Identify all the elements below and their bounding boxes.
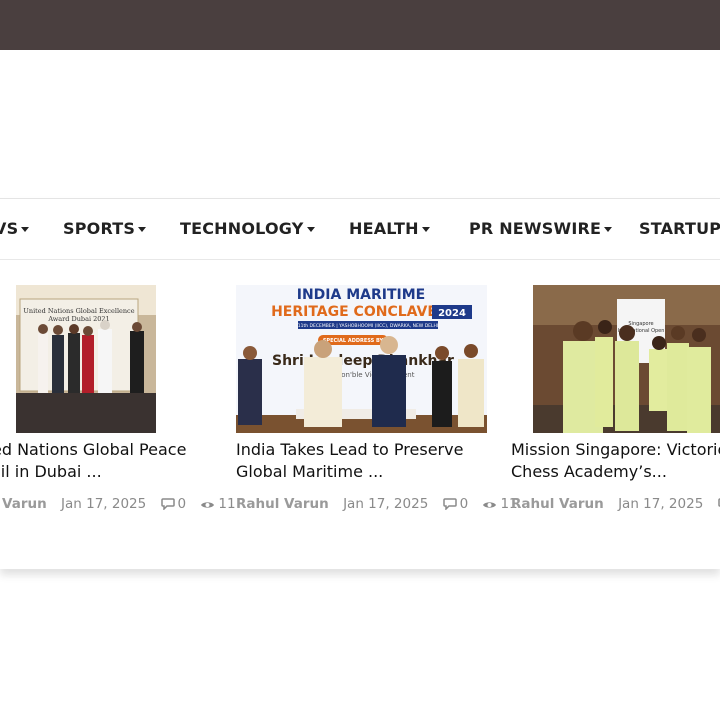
comment-count-value: 0: [459, 496, 469, 512]
top-bar: [0, 0, 720, 50]
eye-icon: [201, 502, 215, 508]
article-image-un-award[interactable]: United Nations Global Excellence Award D…: [16, 285, 156, 433]
image-caption-text: Award Dubai 2021: [47, 315, 109, 323]
article-image-maritime[interactable]: INDIA MARITIME HERITAGE CONCLAVE 2024 11…: [236, 285, 487, 433]
title-line: Mission Singapore: Victoric: [511, 440, 720, 459]
title-line: India Takes Lead to Preserve: [236, 440, 464, 459]
view-count-value: 11: [218, 496, 236, 512]
nav-item-label: TECHNOLOGY: [180, 219, 304, 238]
nav-item-label: PR NEWSWIRE: [469, 219, 602, 238]
author-name[interactable]: Rahul Varun: [236, 496, 329, 512]
comment-icon: [442, 498, 457, 510]
nav-item-sports[interactable]: SPORTS: [63, 219, 147, 241]
chevron-down-icon: [421, 227, 430, 232]
banner-badge: SPECIAL ADDRESS BY: [323, 338, 384, 344]
nav-item-startup[interactable]: STARTUP: [639, 219, 720, 241]
nav-item-pr-newswire[interactable]: PR NEWSWIRE: [469, 219, 613, 241]
comment-icon: [160, 498, 175, 510]
content-panel: VS SPORTS TECHNOLOGY HEALTH PR NEWSWIRE …: [0, 198, 720, 569]
view-count: 11: [200, 496, 236, 512]
post-date: Jan 17, 2025: [61, 496, 147, 512]
banner-title: HERITAGE CONCLAVE: [271, 304, 437, 320]
article-meta: Varun Jan 17, 2025 0 11: [2, 496, 246, 512]
nav-item-label: STARTUP: [639, 219, 720, 238]
banner-name: Shri Jagdeep Dhankhar: [272, 353, 454, 369]
article-meta: Rahul Varun Jan 17, 2025 0 11: [236, 496, 528, 512]
chevron-down-icon: [21, 227, 30, 232]
chevron-down-icon: [138, 227, 147, 232]
eye-icon: [483, 502, 497, 508]
article-title[interactable]: Mission Singapore: Victoric Chess Academ…: [511, 439, 720, 483]
nav-item-label: HEALTH: [349, 219, 419, 238]
chevron-down-icon: [306, 227, 315, 232]
banner-year: 2024: [438, 308, 466, 319]
post-date: Jan 17, 2025: [343, 496, 429, 512]
image-caption-text: United Nations Global Excellence: [23, 307, 134, 315]
banner-date: 11th DECEMBER | YASHOBHOOMI (IICC), DWAR…: [298, 323, 438, 329]
poster-text: Singapore: [628, 321, 653, 327]
banner-title: INDIA MARITIME: [297, 287, 425, 303]
author-name[interactable]: Rahul Varun: [511, 496, 604, 512]
chevron-down-icon: [604, 227, 613, 232]
comment-count-value: 0: [177, 496, 187, 512]
title-line: cil in Dubai ...: [0, 462, 102, 481]
nav-item-technology[interactable]: TECHNOLOGY: [180, 219, 315, 241]
header-area: [0, 50, 720, 195]
nav-item-label: SPORTS: [63, 219, 136, 238]
comment-count[interactable]: 0: [160, 496, 187, 512]
title-line: ed Nations Global Peace: [0, 440, 187, 459]
main-nav: VS SPORTS TECHNOLOGY HEALTH PR NEWSWIRE …: [0, 199, 720, 260]
article-image-chess[interactable]: Singapore International Open: [533, 285, 720, 433]
comment-count[interactable]: 0: [442, 496, 469, 512]
nav-item-news[interactable]: VS: [0, 219, 30, 241]
post-date: Jan 17, 2025: [618, 496, 704, 512]
title-line: Chess Academy’s...: [511, 462, 667, 481]
nav-item-label: VS: [0, 219, 19, 238]
title-line: Global Maritime ...: [236, 462, 384, 481]
nav-item-health[interactable]: HEALTH: [349, 219, 430, 241]
article-meta: Rahul Varun Jan 17, 2025 0: [511, 496, 720, 512]
author-name[interactable]: Varun: [2, 496, 47, 512]
article-title[interactable]: India Takes Lead to Preserve Global Mari…: [236, 439, 463, 483]
article-title[interactable]: ed Nations Global Peace cil in Dubai ...: [0, 439, 186, 483]
